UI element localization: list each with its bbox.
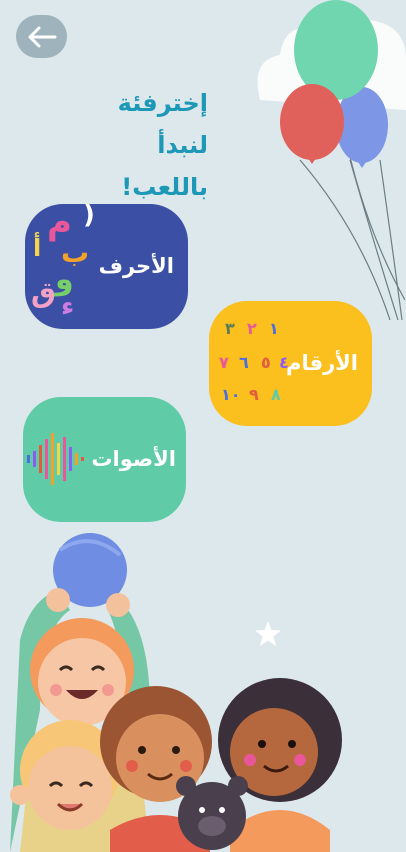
sound-wave-icon (27, 433, 84, 485)
sounds-label: الأصوات (91, 447, 176, 471)
number-glyph: ٥ (261, 353, 271, 372)
letter-glyph: ق (31, 276, 57, 309)
number-glyph: ٨ (271, 385, 281, 404)
category-screen: إخترفئة لنبدأ باللعب! الأحرف م ب أ و ق ء… (0, 0, 406, 852)
numbers-label: الأرقام (286, 351, 358, 375)
page-title: إخترفئة لنبدأ باللعب! (60, 82, 208, 208)
number-glyph: ٩ (249, 385, 259, 404)
sounds-category-card[interactable]: الأصوات (23, 397, 186, 522)
number-glyph: ٢ (247, 319, 257, 338)
numbers-category-card[interactable]: الأرقام ١ ٢ ٣ ٤ ٥ ٦ ٧ ٨ ٩ ١٠ (209, 301, 372, 426)
back-button[interactable] (16, 15, 67, 58)
number-glyph: ٤ (279, 353, 289, 372)
letter-glyph: أ (33, 234, 42, 262)
arrow-left-icon (28, 26, 56, 47)
number-glyph: ٦ (239, 353, 249, 372)
letter-glyph-crescent: ) (83, 204, 95, 230)
title-line-2: باللعب! (121, 173, 208, 201)
title-line-1: إخترفئة لنبدأ (117, 89, 208, 159)
balloons-illustration (257, 0, 406, 321)
letter-glyph: ء (61, 292, 75, 322)
number-glyph: ١ (269, 319, 279, 338)
number-glyph: ١٠ (221, 385, 241, 404)
number-glyph: ٧ (219, 353, 229, 372)
letters-category-card[interactable]: الأحرف م ب أ و ق ء ) (25, 204, 188, 329)
children-illustration (10, 533, 342, 852)
letters-label: الأحرف (98, 254, 174, 278)
number-glyph: ٣ (225, 319, 235, 338)
